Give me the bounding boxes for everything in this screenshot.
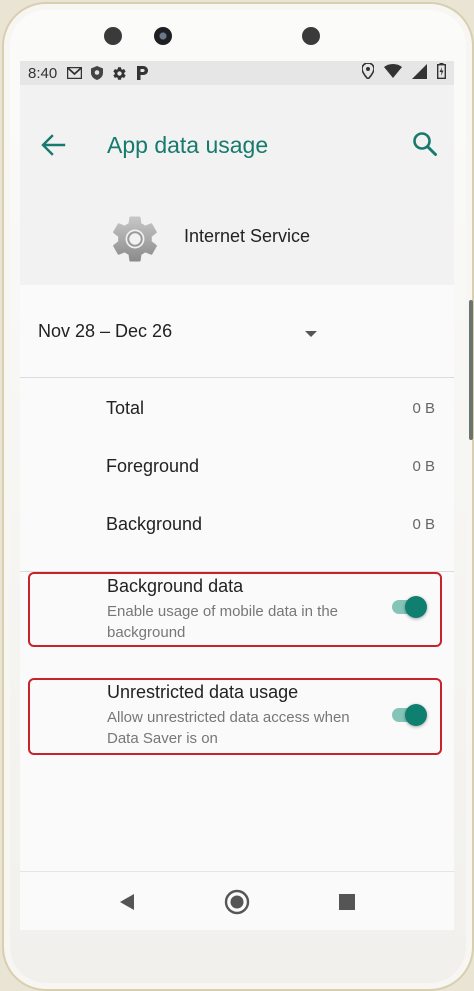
period-selector[interactable]: Nov 28 – Dec 26 <box>20 285 454 378</box>
search-icon[interactable] <box>412 131 438 157</box>
location-icon <box>361 62 375 83</box>
power-button <box>469 344 473 440</box>
app-header: App data usage Internet Service <box>20 85 454 285</box>
usage-value: 0 B <box>412 516 435 533</box>
front-camera <box>154 27 172 45</box>
usage-row-foreground: Foreground 0 B <box>20 452 454 482</box>
usage-value: 0 B <box>412 400 435 417</box>
wifi-icon <box>384 64 402 82</box>
setting-background-data[interactable]: Background data Enable usage of mobile d… <box>28 572 442 647</box>
toggle-thumb <box>405 704 427 726</box>
setting-title: Background data <box>107 576 244 596</box>
usage-label: Background <box>106 514 203 534</box>
speaker-dot <box>104 27 122 45</box>
back-arrow-icon[interactable] <box>40 133 66 157</box>
page-title: App data usage <box>107 132 269 158</box>
status-bar: 8:40 <box>20 61 454 85</box>
nav-recents-icon[interactable] <box>334 889 360 915</box>
nav-back-icon[interactable] <box>114 889 140 915</box>
background-data-toggle[interactable] <box>390 592 430 620</box>
setting-title: Unrestricted data usage <box>107 682 299 702</box>
setting-subtitle: Allow unrestricted data access when Data… <box>107 709 350 747</box>
setting-subtitle: Enable usage of mobile data in the backg… <box>107 603 338 641</box>
signal-icon <box>412 63 427 83</box>
unrestricted-data-toggle[interactable] <box>390 700 430 728</box>
usage-row-total: Total 0 B <box>20 394 454 424</box>
app-name: Internet Service <box>184 226 311 246</box>
usage-label: Foreground <box>106 456 200 476</box>
app-gear-icon <box>108 212 162 266</box>
navigation-bar <box>20 871 454 930</box>
dropdown-arrow-icon[interactable] <box>304 326 318 337</box>
gear-icon <box>112 66 127 81</box>
battery-icon <box>436 63 446 83</box>
setting-unrestricted-data[interactable]: Unrestricted data usage Allow unrestrict… <box>28 678 442 755</box>
usage-value: 0 B <box>412 458 435 475</box>
usage-label: Total <box>106 398 145 418</box>
sensor-dot <box>302 27 320 45</box>
usage-summary: Total 0 B Foreground 0 B Background 0 B <box>20 378 454 572</box>
nav-home-icon[interactable] <box>224 889 250 915</box>
status-time: 8:40 <box>28 64 58 82</box>
parking-icon <box>136 66 149 80</box>
gmail-icon <box>67 67 83 79</box>
usage-row-background: Background 0 B <box>20 510 454 540</box>
shield-icon <box>91 66 104 80</box>
toggle-thumb <box>405 596 427 618</box>
phone-screen: 8:40 App data usage Internet Service Nov… <box>20 61 454 930</box>
period-label: Nov 28 – Dec 26 <box>38 321 173 341</box>
